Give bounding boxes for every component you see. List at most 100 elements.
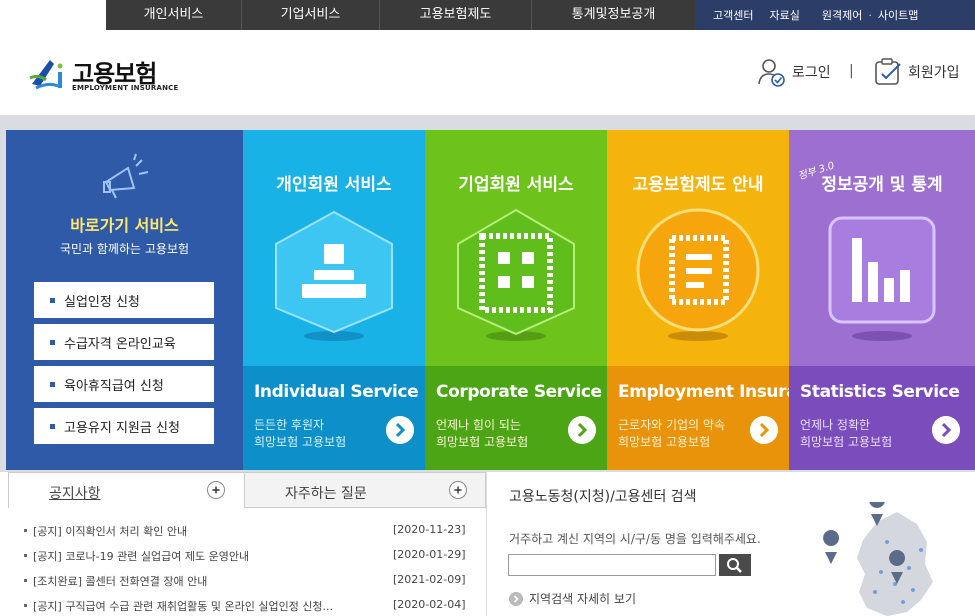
quick-online-education[interactable]: 수급자격 온라인교육 xyxy=(34,324,214,360)
individual-service-card[interactable]: 개인회원 서비스 Individual Service 든든한 후원자 희망보험… xyxy=(243,130,425,470)
notice-date: [2020-11-23] xyxy=(393,523,466,536)
logo-mark-icon xyxy=(29,60,63,90)
bottom-section: 공지사항 자주하는 질문 [공지] 이직확인서 처리 확인 안내 [2020-1… xyxy=(0,472,975,616)
center-search-hint: 거주하고 계신 지역의 시/구/동 명을 입력해주세요. xyxy=(509,532,761,546)
list-item[interactable]: [공지] 구직급여 수급 관련 재취업활동 및 온라인 실업인정 신청... [… xyxy=(24,595,466,616)
service-title: 정보공개 및 통계 xyxy=(821,175,943,195)
go-arrow-icon[interactable] xyxy=(932,416,960,444)
quick-item-label: 실업인정 신청 xyxy=(64,294,140,310)
corporate-service-card[interactable]: 기업회원 서비스 Corporate Service 언제나 힘이 되는 희망보… xyxy=(425,130,607,470)
bullet-icon xyxy=(50,381,55,387)
util-archive[interactable]: 자료실 xyxy=(769,7,799,23)
util-customer-center[interactable]: 고객센터 xyxy=(713,7,753,23)
notice-title: [공지] 코로나-19 관련 실업급여 제도 운영안내 xyxy=(33,550,250,563)
insurance-service-card[interactable]: 고용보험제도 안내 Employment Insurance 근로자와 기업의 … xyxy=(607,130,789,470)
region-search-detail-link[interactable]: 지역검색 자세히 보기 xyxy=(509,590,636,607)
signup-clipboard-icon xyxy=(875,58,901,85)
service-description: 근로자와 기업의 약속 xyxy=(618,418,725,432)
service-english-title: Statistics Service xyxy=(800,382,960,402)
bullet-icon xyxy=(50,339,55,345)
plus-icon[interactable] xyxy=(449,481,467,499)
korea-map-icon xyxy=(823,502,933,616)
top-navigation: 개인서비스 기업서비스 고용보험제도 통계및정보공개 고객센터 자료실 원격제어… xyxy=(0,0,975,30)
statistics-service-card[interactable]: 정부 3.0 정보공개 및 통계 Statistics Service 언제나 … xyxy=(789,130,975,470)
service-description: 희망보험 고용보험 xyxy=(254,435,347,449)
tab-notice[interactable]: 공지사항 xyxy=(8,472,244,508)
service-footer: Corporate Service 언제나 힘이 되는 희망보험 고용보험 xyxy=(425,366,607,470)
list-item[interactable]: [공지] 이직확인서 처리 확인 안내 [2020-11-23] xyxy=(24,520,466,545)
quick-title: 바로가기 서비스 xyxy=(70,216,179,235)
service-description: 희망보험 고용보험 xyxy=(618,435,711,449)
service-description: 든든한 후원자 xyxy=(254,418,325,432)
user-lock-icon xyxy=(758,59,785,87)
bar-chart-square-icon xyxy=(828,216,936,341)
header-separator: | xyxy=(849,63,854,79)
util-sitemap[interactable]: 사이트맵 xyxy=(878,7,918,23)
page: 개인서비스 기업서비스 고용보험제도 통계및정보공개 고객센터 자료실 원격제어… xyxy=(0,0,975,616)
service-title: 고용보험제도 안내 xyxy=(632,175,764,195)
building-hexagon-icon xyxy=(457,208,575,341)
util-separator: · xyxy=(868,8,872,22)
notice-date: [2021-02-09] xyxy=(393,573,466,586)
service-english-title: Individual Service xyxy=(254,382,419,402)
region-search-input[interactable] xyxy=(508,554,716,576)
chevron-right-icon xyxy=(509,591,523,606)
tab-label: 공지사항 xyxy=(49,486,101,502)
quick-parental-leave[interactable]: 육아휴직급여 신청 xyxy=(34,366,214,402)
bullet-icon xyxy=(50,423,55,429)
document-circle-icon xyxy=(636,208,760,341)
service-footer: Employment Insurance 근로자와 기업의 약속 희망보험 고용… xyxy=(607,366,789,470)
bullet-icon xyxy=(24,529,27,532)
quick-subtitle: 국민과 함께하는 고용보험 xyxy=(59,242,190,256)
bullet-icon xyxy=(24,554,27,557)
notice-list: [공지] 이직확인서 처리 확인 안내 [2020-11-23] [공지] 코로… xyxy=(24,520,466,616)
quick-item-label: 수급자격 온라인교육 xyxy=(64,336,176,352)
tab-label: 자주하는 질문 xyxy=(285,486,367,502)
service-description: 언제나 정확한 xyxy=(800,418,871,432)
notice-title: [공지] 이직확인서 처리 확인 안내 xyxy=(33,525,188,538)
bullet-icon xyxy=(24,579,27,582)
go-arrow-icon[interactable] xyxy=(750,416,778,444)
service-title: 개인회원 서비스 xyxy=(276,175,392,195)
notice-title: [조치완료] 콜센터 전화연결 장애 안내 xyxy=(33,575,208,588)
notice-date: [2020-01-29] xyxy=(393,548,466,561)
notice-tabs: 공지사항 자주하는 질문 xyxy=(8,472,486,508)
service-title: 기업회원 서비스 xyxy=(458,175,574,195)
quick-unemployment-certification[interactable]: 실업인정 신청 xyxy=(34,282,214,318)
bullet-icon xyxy=(50,297,55,303)
quick-service-panel: 바로가기 서비스 국민과 함께하는 고용보험 실업인정 신청 수급자격 온라인교… xyxy=(6,130,243,470)
center-search-panel: 고용노동청(지청)/고용센터 검색 거주하고 계신 지역의 시/구/동 명을 입… xyxy=(486,472,975,616)
notice-title: [공지] 구직급여 수급 관련 재취업활동 및 온라인 실업인정 신청... xyxy=(33,600,334,613)
utility-menu: 고객센터 자료실 원격제어 · 사이트맵 xyxy=(695,0,975,30)
list-item[interactable]: [공지] 코로나-19 관련 실업급여 제도 운영안내 [2020-01-29] xyxy=(24,545,466,570)
quick-item-label: 고용유지 지원금 신청 xyxy=(64,420,180,436)
person-hexagon-icon xyxy=(275,210,393,341)
plus-icon[interactable] xyxy=(207,481,225,499)
menu-statistics[interactable]: 통계및정보공개 xyxy=(532,0,695,30)
list-item[interactable]: [조치완료] 콜센터 전화연결 장애 안내 [2021-02-09] xyxy=(24,570,466,595)
login-button[interactable]: 로그인 xyxy=(756,54,831,90)
menu-corporate-service[interactable]: 기업서비스 xyxy=(242,0,380,30)
go-arrow-icon[interactable] xyxy=(386,416,414,444)
menu-individual-service[interactable]: 개인서비스 xyxy=(106,0,242,30)
quick-item-label: 육아휴직급여 신청 xyxy=(64,378,164,394)
service-footer: Individual Service 든든한 후원자 희망보험 고용보험 xyxy=(243,366,425,470)
bullet-icon xyxy=(24,604,27,607)
service-description: 희망보험 고용보험 xyxy=(436,435,529,449)
region-search-detail-label: 지역검색 자세히 보기 xyxy=(529,592,636,606)
search-icon[interactable] xyxy=(719,554,751,576)
notice-date: [2020-02-04] xyxy=(393,598,466,611)
go-arrow-icon[interactable] xyxy=(568,416,596,444)
megaphone-icon xyxy=(103,153,149,199)
service-footer: Statistics Service 언제나 정확한 희망보험 고용보험 xyxy=(789,366,975,470)
menu-insurance-system[interactable]: 고용보험제도 xyxy=(380,0,532,30)
site-logo[interactable]: 고용보험 EMPLOYMENT INSURANCE xyxy=(28,52,178,98)
tab-faq[interactable]: 자주하는 질문 xyxy=(244,472,486,508)
join-button[interactable]: 회원가입 xyxy=(872,54,960,90)
header: 고용보험 EMPLOYMENT INSURANCE 로그인 | 회원가입 xyxy=(0,30,975,116)
util-remote-control[interactable]: 원격제어 xyxy=(822,7,862,23)
quick-employment-retention[interactable]: 고용유지 지원금 신청 xyxy=(34,408,214,444)
logo-subtext: EMPLOYMENT INSURANCE xyxy=(72,84,179,92)
login-label: 로그인 xyxy=(792,65,831,81)
join-label: 회원가입 xyxy=(908,65,960,81)
